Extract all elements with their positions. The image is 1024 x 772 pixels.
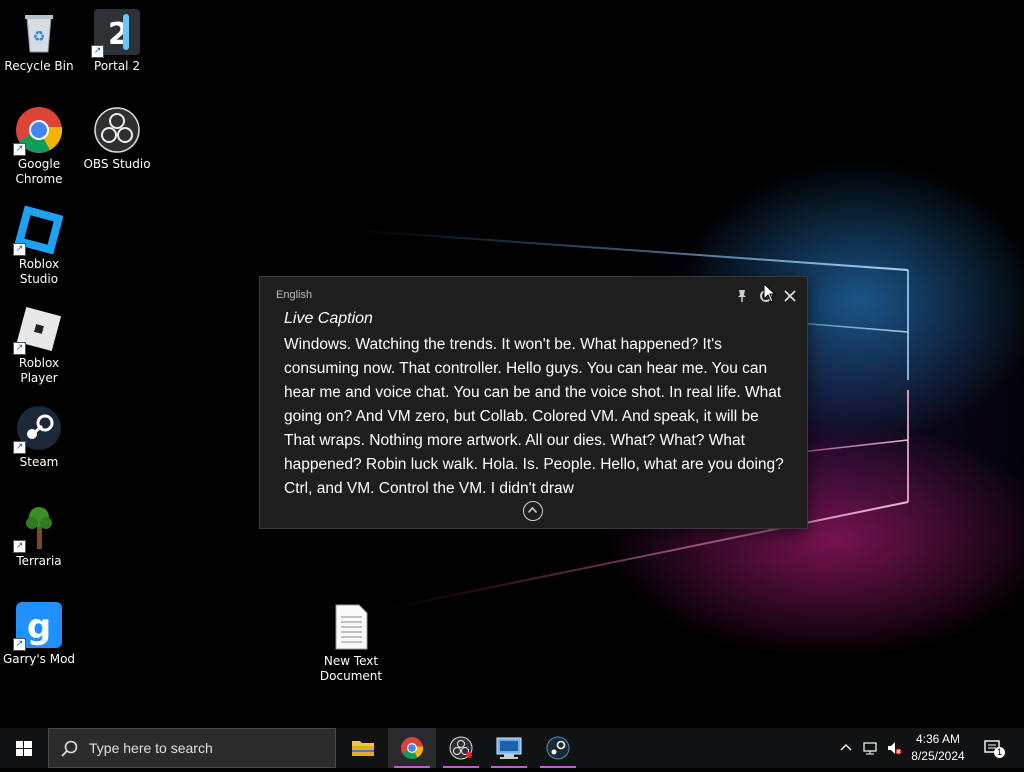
taskbar: Type here to search 4:36 AM 8/25/2024 1 [0, 728, 1024, 768]
obs-icon [449, 736, 473, 760]
desktop-icon-label: Roblox Studio [18, 257, 60, 286]
volume-muted-icon[interactable] [886, 740, 902, 756]
search-placeholder: Type here to search [89, 740, 213, 756]
desktop-icon-steam[interactable]: ↗ Steam [0, 404, 78, 470]
taskbar-remote-desktop[interactable] [485, 728, 533, 768]
desktop-icon-label: Google Chrome [15, 157, 63, 186]
windows-logo-icon [16, 741, 32, 756]
taskbar-search-box[interactable]: Type here to search [48, 728, 336, 768]
notifications-icon[interactable]: 1 [983, 738, 1005, 758]
expand-icon[interactable] [523, 501, 543, 521]
desktop-icon-label: Recycle Bin [4, 59, 74, 73]
desktop-icon-obs-studio[interactable]: OBS Studio [78, 106, 156, 172]
desktop-icon-label: Roblox Player [18, 356, 60, 385]
taskbar-chrome[interactable] [388, 728, 436, 768]
shortcut-arrow-icon: ↗ [13, 342, 26, 355]
caption-title: Live Caption [284, 310, 373, 327]
desktop-icon-label: New Text Document [319, 654, 383, 683]
network-icon[interactable] [862, 740, 878, 756]
text-document-icon [327, 603, 375, 651]
shortcut-arrow-icon: ↗ [13, 441, 26, 454]
desktop-icon-google-chrome[interactable]: ↗ Google Chrome [0, 106, 78, 187]
remote-desktop-icon [496, 737, 522, 759]
shortcut-arrow-icon: ↗ [13, 540, 26, 553]
portal-2-icon: 2 ↗ [91, 8, 141, 58]
shortcut-arrow-icon: ↗ [13, 638, 26, 651]
desktop-icon-roblox-studio[interactable]: ↗ Roblox Studio [0, 205, 78, 287]
shortcut-arrow-icon: ↗ [13, 143, 26, 156]
clock-date: 8/25/2024 [911, 749, 965, 763]
shortcut-arrow-icon: ↗ [13, 243, 26, 256]
roblox-player-icon: ↗ [13, 305, 63, 355]
steam-icon: ↗ [13, 404, 63, 454]
taskbar-steam[interactable] [534, 728, 582, 768]
desktop-icon-new-text-document[interactable]: New Text Document [312, 603, 390, 684]
clock[interactable]: 4:36 AM 8/25/2024 [906, 731, 970, 765]
steam-icon [546, 736, 570, 760]
file-explorer-icon [352, 741, 374, 756]
desktop-icon-recycle-bin[interactable]: ♻ Recycle Bin [0, 8, 78, 74]
terraria-icon: ↗ [13, 503, 63, 553]
show-hidden-icons-chevron-icon[interactable] [838, 740, 854, 756]
desktop-icon-portal-2[interactable]: 2 ↗ Portal 2 [78, 8, 156, 74]
desktop-icon-label: Portal 2 [94, 59, 140, 73]
garrys-mod-icon: g ↗ [13, 601, 63, 651]
search-icon [61, 740, 78, 757]
svg-text:♻: ♻ [33, 29, 46, 45]
desktop-icon-terraria[interactable]: ↗ Terraria [0, 503, 78, 569]
chrome-icon [401, 737, 424, 759]
desktop-icon-garrys-mod[interactable]: g ↗ Garry's Mod [0, 601, 78, 667]
desktop-icon-label: Garry's Mod [2, 652, 76, 666]
desktop-icon-label: Terraria [16, 554, 62, 568]
close-icon[interactable] [781, 287, 799, 305]
taskbar-file-explorer[interactable] [339, 728, 387, 768]
notification-count-badge: 1 [994, 747, 1005, 758]
desktop-icon-label: Steam [19, 455, 59, 469]
caption-text: Windows. Watching the trends. It won't b… [284, 336, 784, 497]
roblox-studio-icon: ↗ [13, 205, 64, 256]
svg-text:g: g [27, 607, 51, 647]
start-button[interactable] [0, 728, 48, 768]
recycle-bin-icon: ♻ [15, 8, 63, 56]
caption-language: English [276, 289, 313, 301]
live-caption-window[interactable]: English Live Caption Windows. Watching t… [259, 276, 808, 529]
desktop-icon-roblox-player[interactable]: ↗ Roblox Player [0, 305, 78, 386]
taskbar-obs[interactable] [437, 728, 485, 768]
desktop-icon-label: OBS Studio [83, 157, 151, 171]
desktop: ♻ Recycle Bin 2 ↗ Portal 2 ↗ Google Chro… [0, 0, 1024, 728]
shortcut-arrow-icon: ↗ [91, 45, 104, 58]
obs-icon [93, 106, 141, 154]
chrome-icon: ↗ [13, 106, 63, 156]
clock-time: 4:36 AM [915, 732, 961, 746]
pin-icon[interactable] [733, 287, 751, 305]
mouse-cursor-icon [763, 283, 777, 303]
